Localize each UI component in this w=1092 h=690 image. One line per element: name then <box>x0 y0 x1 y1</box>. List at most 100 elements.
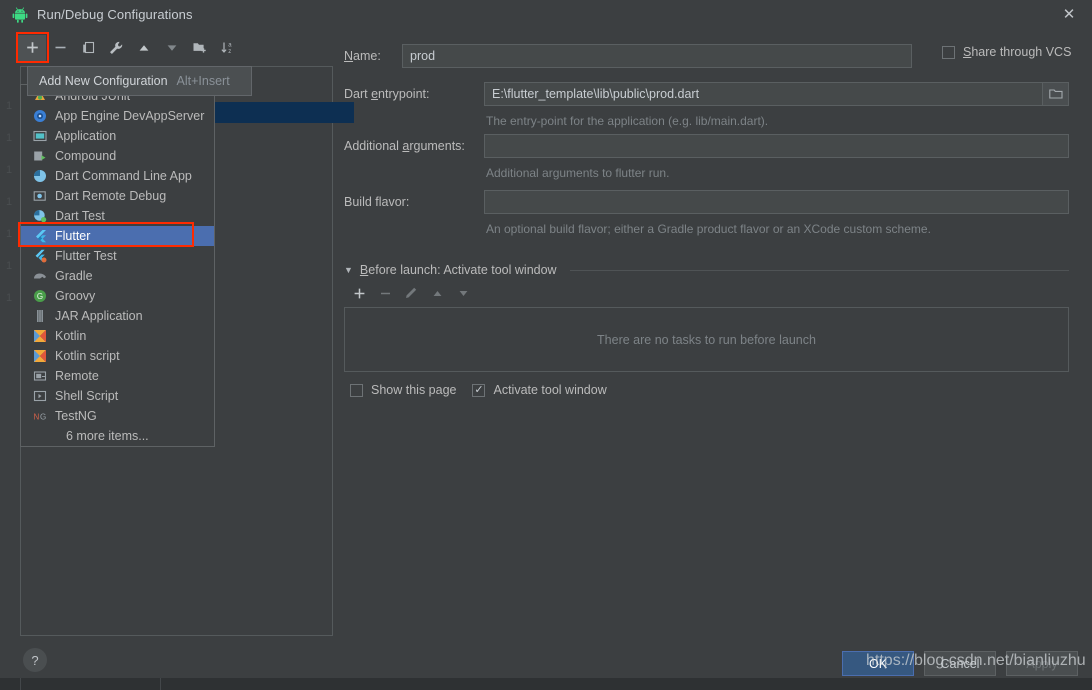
name-input[interactable]: prod <box>402 44 912 68</box>
add-configuration-button[interactable] <box>18 34 46 61</box>
gutter-number: 1 <box>6 196 13 208</box>
triangle-down-icon <box>167 44 177 51</box>
svg-text:N: N <box>34 413 40 422</box>
sort-configurations-button[interactable]: a z <box>214 35 242 61</box>
close-icon[interactable]: ✕ <box>1046 0 1092 29</box>
kotlin-icon <box>32 328 48 344</box>
edit-templates-button[interactable] <box>102 35 130 61</box>
move-task-up-button[interactable] <box>428 284 446 302</box>
build-flavor-label: Build flavor: <box>344 195 410 209</box>
menu-item-gradle[interactable]: Gradle <box>21 266 214 286</box>
menu-item-flutter-test[interactable]: Flutter Test <box>21 246 214 266</box>
jar-icon <box>32 308 48 324</box>
menu-item-remote[interactable]: Remote <box>21 366 214 386</box>
dart-entrypoint-hint: The entry-point for the application (e.g… <box>486 114 769 128</box>
android-robot-icon <box>12 6 28 23</box>
flutter-test-icon <box>32 248 48 264</box>
move-task-down-button[interactable] <box>454 284 472 302</box>
svg-text:G: G <box>37 292 43 301</box>
menu-item-label: Kotlin <box>55 329 87 343</box>
configurations-toolbar: a z <box>18 34 318 61</box>
wrench-icon <box>110 41 123 54</box>
menu-item-label: Flutter Test <box>55 249 117 263</box>
menu-item-label: Application <box>55 129 117 143</box>
move-down-button[interactable] <box>158 35 186 61</box>
activate-tool-window-checkbox[interactable]: ✓ <box>472 383 486 397</box>
gutter-number: 1 <box>6 260 13 272</box>
move-up-button[interactable] <box>130 35 158 61</box>
gutter-number: 1 <box>6 292 13 304</box>
remove-configuration-button[interactable] <box>46 35 74 61</box>
show-this-page-checkbox[interactable] <box>350 383 363 397</box>
copy-configuration-button[interactable] <box>74 35 102 61</box>
desktop-bottom-strip <box>0 678 1092 690</box>
copy-icon <box>82 41 94 54</box>
kotlin-script-icon <box>32 348 48 364</box>
title-bar: Run/Debug Configurations ✕ <box>0 0 1092 29</box>
strip-divider <box>20 678 21 690</box>
share-through-vcs-checkbox[interactable] <box>942 45 955 59</box>
menu-item-dart-command-line-app[interactable]: Dart Command Line App <box>21 166 214 186</box>
tooltip-shortcut: Alt+Insert <box>176 74 230 88</box>
flutter-icon <box>32 228 48 244</box>
menu-item-shell-script[interactable]: Shell Script <box>21 386 214 406</box>
menu-item-label: Dart Remote Debug <box>55 189 167 203</box>
triangle-down-icon <box>459 290 467 296</box>
before-launch-header[interactable]: ▼ Before launch: Activate tool window <box>344 263 1069 277</box>
sort-az-icon: a z <box>221 42 232 55</box>
app-engine-icon <box>32 108 48 124</box>
menu-item-testng[interactable]: NG TestNG <box>21 406 214 426</box>
menu-item-label: Dart Test <box>55 209 105 223</box>
name-row: Name: prod <box>344 44 912 68</box>
before-launch-rule <box>569 269 1069 271</box>
menu-item-label: Flutter <box>55 229 91 243</box>
before-launch-options: Show this page ✓ Activate tool window <box>350 383 607 397</box>
run-debug-configurations-dialog: Run/Debug Configurations ✕ a z 1 1 1 1 1… <box>0 0 1092 690</box>
additional-arguments-input[interactable] <box>484 134 1069 158</box>
menu-item-label: TestNG <box>55 409 97 423</box>
build-flavor-row: Build flavor: <box>344 190 1069 214</box>
folder-icon <box>1048 89 1063 99</box>
dart-entrypoint-row: Dart entrypoint: E:\flutter_template\lib… <box>344 82 1069 106</box>
help-button[interactable]: ? <box>23 648 47 672</box>
before-launch-empty-message: There are no tasks to run before launch <box>597 332 816 347</box>
menu-item-label: Kotlin script <box>55 349 120 363</box>
menu-item-application[interactable]: Application <box>21 126 214 146</box>
build-flavor-input[interactable] <box>484 190 1069 214</box>
page-title: Run/Debug Configurations <box>37 7 193 22</box>
menu-item-label: Shell Script <box>55 389 119 403</box>
dart-entrypoint-input[interactable]: E:\flutter_template\lib\public\prod.dart <box>484 82 1043 106</box>
edit-task-button[interactable] <box>402 284 420 302</box>
menu-item-groovy[interactable]: G Groovy <box>21 286 214 306</box>
menu-item-kotlin[interactable]: Kotlin <box>21 326 214 346</box>
menu-item-kotlin-script[interactable]: Kotlin script <box>21 346 214 366</box>
menu-item-dart-remote-debug[interactable]: Dart Remote Debug <box>21 186 214 206</box>
gutter-number: 1 <box>6 164 13 176</box>
before-launch-task-list[interactable]: There are no tasks to run before launch <box>344 307 1069 372</box>
menu-item-label: JAR Application <box>55 309 143 323</box>
plus-icon <box>354 288 364 298</box>
dart-entrypoint-browse-button[interactable] <box>1043 82 1069 106</box>
dart-icon <box>32 168 48 184</box>
minus-icon <box>55 46 65 49</box>
add-task-button[interactable] <box>350 284 368 302</box>
chevron-down-icon[interactable]: ▼ <box>344 265 353 275</box>
menu-item-app-engine-devappserver[interactable]: App Engine DevAppServer <box>21 106 214 126</box>
dart-remote-debug-icon <box>32 188 48 204</box>
remove-task-button[interactable] <box>376 284 394 302</box>
menu-item-label: Remote <box>55 369 99 383</box>
move-into-folder-button[interactable] <box>186 35 214 61</box>
menu-item-compound[interactable]: Compound <box>21 146 214 166</box>
menu-item-dart-test[interactable]: Dart Test <box>21 206 214 226</box>
groovy-icon: G <box>32 288 48 304</box>
menu-item-jar-application[interactable]: JAR Application <box>21 306 214 326</box>
dart-entrypoint-label: Dart entrypoint: <box>344 87 430 101</box>
dart-test-icon <box>32 208 48 224</box>
svg-text:z: z <box>228 49 231 55</box>
menu-item-more[interactable]: 6 more items... <box>21 426 214 446</box>
add-configuration-popup-menu[interactable]: Android JUnit App Engine DevAppServer Ap… <box>20 84 215 447</box>
share-through-vcs-row[interactable]: Share through VCS <box>942 45 1071 59</box>
menu-item-flutter[interactable]: Flutter <box>21 226 214 246</box>
name-label: Name: <box>344 49 381 63</box>
gutter-number: 1 <box>6 100 13 112</box>
